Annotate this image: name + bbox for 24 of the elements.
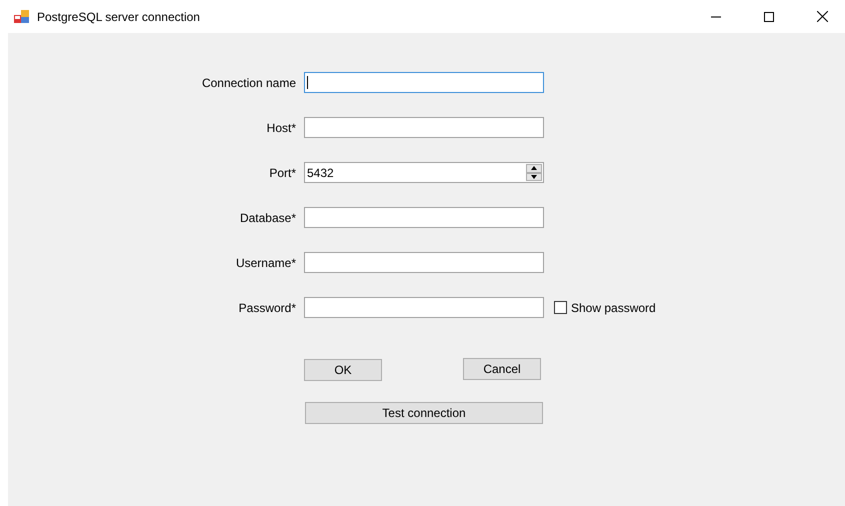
app-icon: [14, 10, 30, 24]
close-icon: [816, 11, 828, 22]
cancel-button[interactable]: Cancel: [463, 358, 541, 380]
checkbox[interactable]: [554, 301, 567, 314]
down-arrow-icon: [531, 174, 537, 179]
field-label: Database*: [240, 210, 296, 224]
field-label: Port*: [269, 166, 296, 180]
maximize-icon: [764, 12, 774, 22]
password-field[interactable]: [304, 297, 544, 318]
spin-up-button[interactable]: [526, 164, 542, 172]
field-label: Password*: [238, 300, 296, 314]
window-title: PostgreSQL server connection: [37, 10, 201, 24]
input-field[interactable]: [304, 117, 544, 138]
input-field[interactable]: [304, 207, 544, 228]
test-connection-button[interactable]: Test connection: [305, 402, 543, 424]
checkbox-label: Show password: [571, 300, 656, 314]
field-label: Connection name: [202, 76, 296, 90]
up-arrow-icon: [531, 166, 537, 170]
ok-button[interactable]: OK: [304, 359, 382, 381]
port-spinner[interactable]: 5432: [304, 162, 544, 183]
input-field[interactable]: [304, 72, 544, 93]
field-label: Username*: [236, 256, 296, 270]
input-field[interactable]: [304, 252, 544, 273]
field-label: Host*: [266, 120, 296, 134]
